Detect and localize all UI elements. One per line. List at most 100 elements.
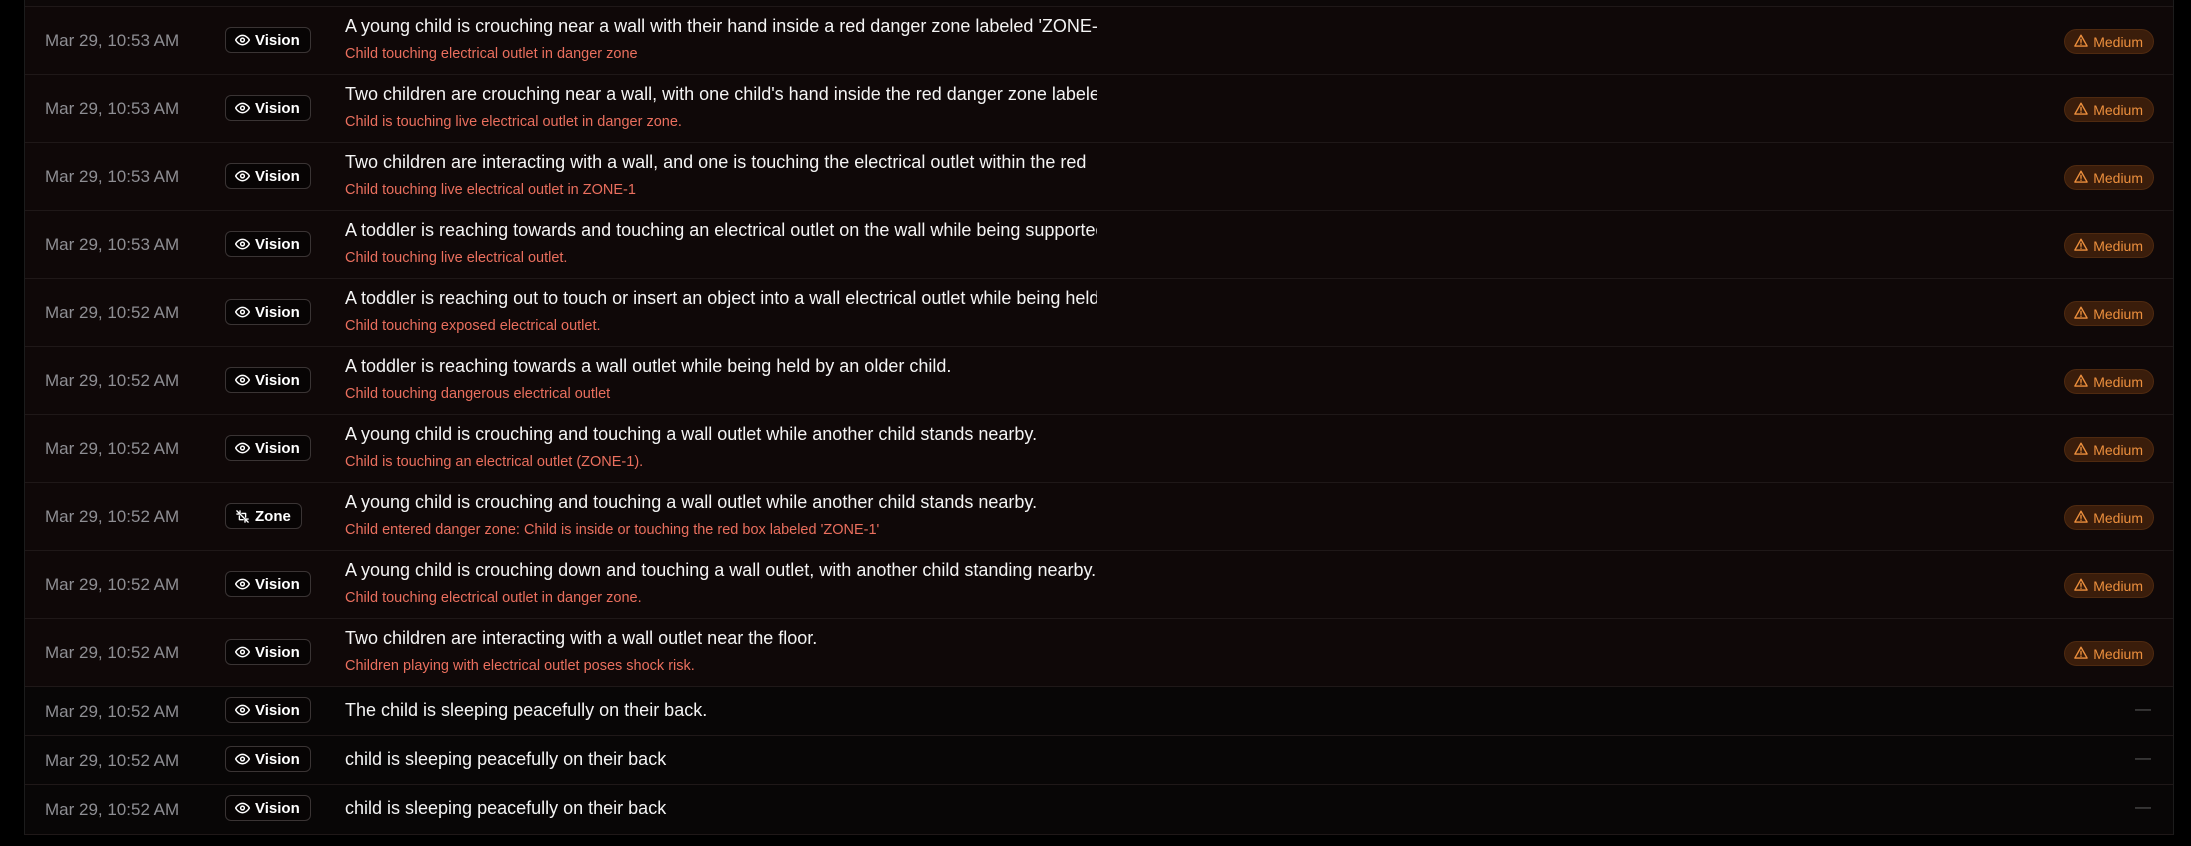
- source-badge: Vision: [225, 163, 311, 189]
- warning-triangle-icon: [2074, 306, 2089, 322]
- source-label: Vision: [255, 303, 300, 321]
- source-badge: Vision: [225, 231, 311, 257]
- severity-none: —: [2135, 701, 2151, 718]
- event-description: A young child is crouching near a wall w…: [345, 16, 1097, 36]
- source-label: Vision: [255, 371, 300, 389]
- eye-icon: [235, 442, 250, 454]
- source-label: Zone: [255, 507, 291, 525]
- event-row[interactable]: Mar 29, 10:52 AM Vision A toddler is rea…: [25, 347, 2173, 415]
- warning-triangle-icon: [2074, 646, 2089, 662]
- event-reason: Child touching electrical outlet in dang…: [345, 590, 642, 606]
- event-reason: Child is touching live electrical outlet…: [345, 114, 682, 130]
- source-label: Vision: [255, 750, 300, 768]
- warning-triangle-icon: [2074, 578, 2089, 594]
- source-badge: Vision: [225, 746, 311, 772]
- event-row[interactable]: Mar 29, 10:52 AM Vision A young child is…: [25, 415, 2173, 483]
- event-description: A young child is crouching and touching …: [345, 492, 1038, 512]
- source-badge: Vision: [225, 299, 311, 325]
- event-row[interactable]: Mar 29, 10:52 AM Vision A toddler is rea…: [25, 279, 2173, 347]
- source-label: Vision: [255, 99, 300, 117]
- severity-label: Medium: [2093, 441, 2143, 458]
- severity-label: Medium: [2093, 373, 2143, 390]
- severity-badge: Medium: [2064, 369, 2154, 394]
- event-row[interactable]: Mar 29, 10:52 AM Vision child is sleepin…: [25, 785, 2173, 835]
- source-label: Vision: [255, 575, 300, 593]
- eye-icon: [235, 578, 250, 590]
- warning-triangle-icon: [2074, 170, 2089, 186]
- source-badge: Vision: [225, 795, 311, 821]
- source-label: Vision: [255, 701, 300, 719]
- event-rows: Mar 29, 10:53 AM Vision A young child is…: [25, 7, 2173, 835]
- eye-icon: [235, 102, 250, 114]
- severity-label: Medium: [2093, 577, 2143, 594]
- event-row[interactable]: Mar 29, 10:53 AM Vision Two children are…: [25, 75, 2173, 143]
- events-table: Mar 29, 10:53 AM Vision A young child is…: [24, 0, 2174, 835]
- severity-none: —: [2135, 799, 2151, 816]
- eye-icon: [235, 238, 250, 250]
- warning-triangle-icon: [2074, 442, 2089, 458]
- event-reason: Children playing with electrical outlet …: [345, 658, 695, 674]
- event-description: The child is sleeping peacefully on thei…: [345, 700, 708, 720]
- event-reason: Child touching live electrical outlet in…: [345, 182, 636, 198]
- event-row[interactable]: Mar 29, 10:53 AM Vision Two children are…: [25, 143, 2173, 211]
- event-timestamp: Mar 29, 10:52 AM: [45, 575, 180, 594]
- event-timestamp: Mar 29, 10:53 AM: [45, 31, 180, 50]
- event-timestamp: Mar 29, 10:52 AM: [45, 507, 180, 526]
- warning-triangle-icon: [2074, 238, 2089, 254]
- warning-triangle-icon: [2074, 102, 2089, 118]
- source-label: Vision: [255, 167, 300, 185]
- warning-triangle-icon: [2074, 510, 2089, 526]
- severity-label: Medium: [2093, 237, 2143, 254]
- event-description: A toddler is reaching out to touch or in…: [345, 288, 1097, 308]
- event-timestamp: Mar 29, 10:52 AM: [45, 371, 180, 390]
- event-row[interactable]: Mar 29, 10:52 AM Vision Two children are…: [25, 619, 2173, 687]
- severity-label: Medium: [2093, 305, 2143, 322]
- severity-none: —: [2135, 750, 2151, 767]
- source-badge: Vision: [225, 639, 311, 665]
- severity-label: Medium: [2093, 169, 2143, 186]
- severity-badge: Medium: [2064, 573, 2154, 598]
- event-reason: Child touching exposed electrical outlet…: [345, 318, 601, 334]
- event-description: Two children are interacting with a wall…: [345, 152, 1087, 172]
- event-timestamp: Mar 29, 10:52 AM: [45, 303, 180, 322]
- eye-icon: [235, 704, 250, 716]
- event-row[interactable]: Mar 29, 10:52 AM Vision child is sleepin…: [25, 736, 2173, 785]
- event-description: A young child is crouching and touching …: [345, 424, 1038, 444]
- event-timestamp: Mar 29, 10:53 AM: [45, 235, 180, 254]
- source-badge: Vision: [225, 367, 311, 393]
- event-reason: Child is touching an electrical outlet (…: [345, 454, 644, 470]
- source-badge: Zone: [225, 503, 302, 529]
- table-top-edge: [25, 0, 2173, 7]
- eye-icon: [235, 646, 250, 658]
- source-badge: Vision: [225, 27, 311, 53]
- eye-icon: [235, 306, 250, 318]
- event-description: A toddler is reaching towards a wall out…: [345, 356, 952, 376]
- event-reason: Child touching live electrical outlet.: [345, 250, 568, 266]
- event-timestamp: Mar 29, 10:52 AM: [45, 643, 180, 662]
- severity-badge: Medium: [2064, 97, 2154, 122]
- severity-label: Medium: [2093, 33, 2143, 50]
- event-row[interactable]: Mar 29, 10:53 AM Vision A toddler is rea…: [25, 211, 2173, 279]
- eye-icon: [235, 170, 250, 182]
- event-description: child is sleeping peacefully on their ba…: [345, 798, 667, 818]
- event-timestamp: Mar 29, 10:52 AM: [45, 702, 180, 721]
- source-badge: Vision: [225, 697, 311, 723]
- event-timestamp: Mar 29, 10:53 AM: [45, 167, 180, 186]
- source-label: Vision: [255, 31, 300, 49]
- event-row[interactable]: Mar 29, 10:52 AM Vision The child is sle…: [25, 687, 2173, 736]
- event-reason: Child touching dangerous electrical outl…: [345, 386, 611, 402]
- severity-badge: Medium: [2064, 505, 2154, 530]
- event-row[interactable]: Mar 29, 10:53 AM Vision A young child is…: [25, 7, 2173, 75]
- event-description: A young child is crouching down and touc…: [345, 560, 1097, 580]
- zone-icon: [235, 509, 250, 524]
- event-row[interactable]: Mar 29, 10:52 AM Zone A young child is c…: [25, 483, 2173, 551]
- event-description: Two children are crouching near a wall, …: [345, 84, 1097, 104]
- warning-triangle-icon: [2074, 374, 2089, 390]
- source-label: Vision: [255, 235, 300, 253]
- source-badge: Vision: [225, 435, 311, 461]
- event-row[interactable]: Mar 29, 10:52 AM Vision A young child is…: [25, 551, 2173, 619]
- severity-badge: Medium: [2064, 165, 2154, 190]
- source-badge: Vision: [225, 95, 311, 121]
- source-label: Vision: [255, 643, 300, 661]
- event-description: child is sleeping peacefully on their ba…: [345, 749, 667, 769]
